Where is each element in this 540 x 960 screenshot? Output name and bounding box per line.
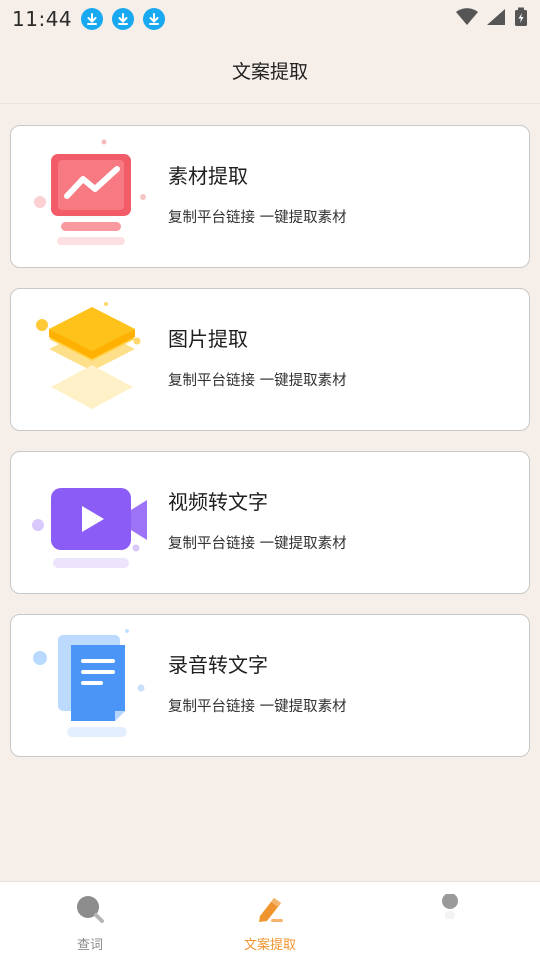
layers-icon	[31, 299, 153, 421]
profile-icon	[435, 893, 465, 928]
card-title: 视频转文字	[168, 490, 268, 514]
download-icon	[112, 8, 135, 30]
feature-list: 素材提取 复制平台链接 一键提取素材 图片提取 复制平台链接 一键提取素材 视频…	[10, 125, 530, 777]
pen-icon	[255, 894, 285, 928]
video-to-text-card[interactable]: 视频转文字 复制平台链接 一键提取素材	[10, 451, 530, 594]
download-icon	[81, 8, 104, 30]
card-subtitle: 复制平台链接 一键提取素材	[168, 210, 347, 226]
app-header: 文案提取	[0, 38, 540, 104]
bottom-nav: 查词 文案提取	[0, 881, 540, 960]
video-camera-icon	[31, 462, 153, 584]
signal-icon	[486, 8, 506, 30]
chart-screen-icon	[31, 136, 153, 258]
nav-item-profile[interactable]	[360, 882, 540, 960]
wifi-icon	[456, 8, 478, 30]
material-extract-card[interactable]: 素材提取 复制平台链接 一键提取素材	[10, 125, 530, 268]
card-title: 录音转文字	[168, 653, 268, 677]
page-title: 文案提取	[231, 61, 308, 83]
card-title: 图片提取	[168, 327, 248, 351]
status-time: 11:44	[12, 7, 73, 31]
card-subtitle: 复制平台链接 一键提取素材	[168, 699, 347, 715]
nav-label: 查词	[76, 938, 103, 953]
battery-icon	[514, 7, 528, 31]
audio-to-text-card[interactable]: 录音转文字 复制平台链接 一键提取素材	[10, 614, 530, 757]
nav-label: 文案提取	[243, 938, 296, 953]
nav-item-search[interactable]: 查词	[0, 882, 180, 960]
image-extract-card[interactable]: 图片提取 复制平台链接 一键提取素材	[10, 288, 530, 431]
status-bar: 11:44	[0, 0, 540, 38]
card-subtitle: 复制平台链接 一键提取素材	[168, 536, 347, 552]
card-subtitle: 复制平台链接 一键提取素材	[168, 373, 347, 389]
card-title: 素材提取	[168, 164, 248, 188]
nav-item-copy-extract[interactable]: 文案提取	[180, 882, 360, 960]
download-icon	[143, 8, 166, 30]
document-icon	[31, 625, 153, 747]
search-icon	[75, 894, 105, 928]
